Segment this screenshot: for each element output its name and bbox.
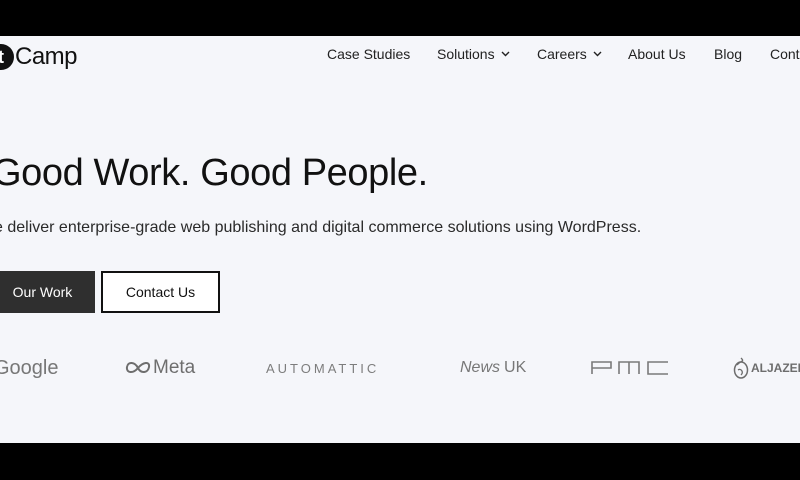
logo-text: Camp [15,43,78,70]
nav-careers[interactable]: Careers [537,46,602,62]
site-logo[interactable]: t Camp [0,43,78,71]
news-uk-logo: News UK [460,359,527,376]
nav-label: Case Studies [327,46,411,62]
chevron-down-icon [501,51,510,57]
meta-infinity-icon [125,362,151,373]
nav-label: About Us [628,46,686,62]
chevron-down-icon [593,51,602,57]
logo-mark-icon: t [0,44,14,70]
pmc-logo [591,354,669,382]
nav-about-us[interactable]: About Us [628,46,686,62]
google-logo: Google [0,356,59,379]
nav-label: Solutions [437,46,495,62]
nav-contact[interactable]: Cont [770,46,800,62]
contact-us-button[interactable]: Contact Us [101,271,220,313]
our-work-button[interactable]: Our Work [0,271,95,313]
nav-solutions[interactable]: Solutions [437,46,510,62]
client-logos: Google Meta AUTOMATTIC News UK ALJAZE [0,354,800,384]
nav-case-studies[interactable]: Case Studies [327,46,410,62]
hero-title: Good Work. Good People. [0,152,428,194]
hero-subtitle: e deliver enterprise-grade web publishin… [0,219,642,236]
page-viewport: t Camp Case Studies Solutions Careers Ab… [0,36,800,443]
nav-blog[interactable]: Blog [714,46,742,62]
pmc-wordmark-icon [591,361,668,375]
nav-label: Blog [714,46,743,62]
automattic-logo: AUTOMATTIC [266,360,380,376]
aljazeera-logo: ALJAZEE [733,354,800,382]
nav-label: Cont [770,46,800,62]
meta-logo: Meta [125,354,195,382]
aljazeera-emblem-icon [733,357,749,379]
nav-label: Careers [537,46,587,62]
